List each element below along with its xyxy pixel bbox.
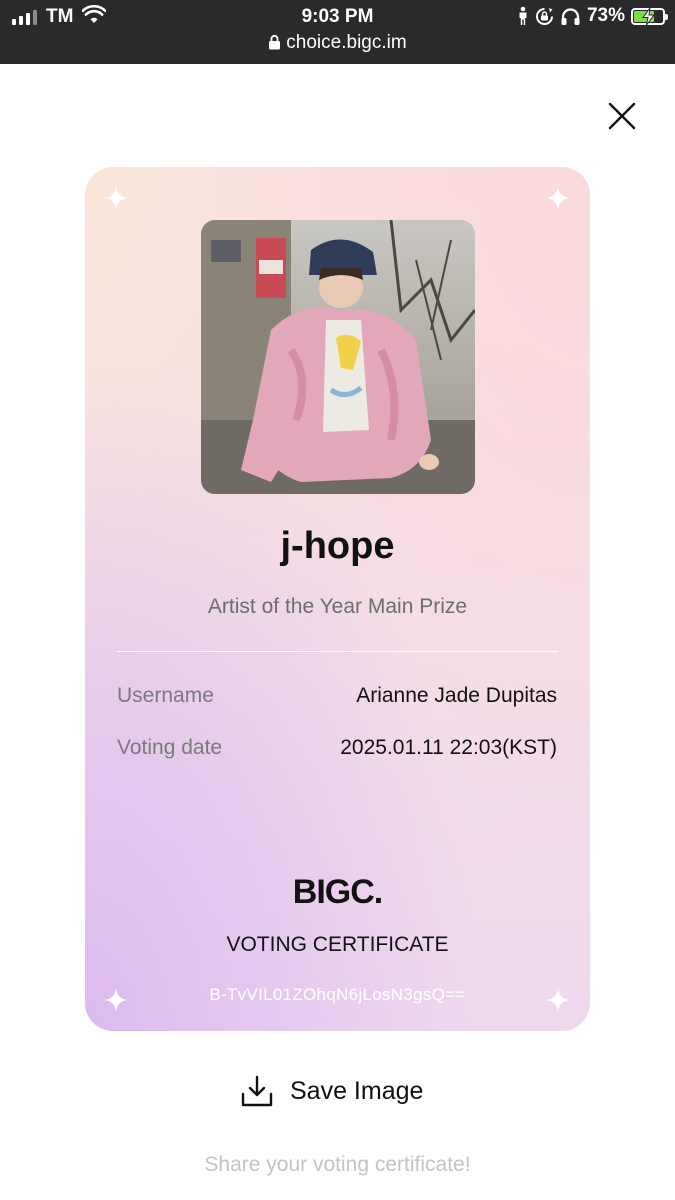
save-image-label: Save Image — [290, 1076, 424, 1105]
battery-icon — [631, 7, 668, 25]
certificate-title: VOTING CERTIFICATE — [226, 933, 449, 956]
download-icon — [241, 1075, 273, 1107]
status-bar: TM 9:03 PM choice.bigc.im 73% — [0, 0, 675, 64]
username-value: Arianne Jade Dupitas — [356, 684, 557, 707]
save-image-button[interactable]: Save Image — [240, 1068, 423, 1114]
voting-date-label: Voting date — [117, 736, 223, 759]
url-bar[interactable]: choice.bigc.im — [0, 32, 675, 54]
award-category: Artist of the Year Main Prize — [207, 595, 468, 618]
person-icon — [519, 6, 527, 25]
sparkle-icon — [104, 186, 128, 210]
headphones-icon — [561, 7, 580, 25]
close-icon — [608, 102, 636, 130]
charging-bolt-icon — [642, 7, 655, 25]
url-text: choice.bigc.im — [286, 32, 407, 53]
voting-date-value: 2025.01.11 22:03(KST) — [340, 736, 557, 759]
status-right: 73% — [517, 5, 668, 27]
voting-certificate-card: j-hope Artist of the Year Main Prize Use… — [85, 167, 590, 1031]
rotation-lock-icon — [536, 7, 553, 25]
certificate-code: B-TvVIL01ZOhqN6jLosN3gsQ== — [209, 985, 466, 1004]
share-prompt: Share your voting certificate! — [204, 1153, 471, 1176]
divider — [117, 651, 558, 652]
lock-icon — [269, 34, 281, 50]
close-button[interactable] — [604, 98, 640, 134]
bigc-logo: BIGC. — [292, 873, 383, 911]
sparkle-icon — [546, 186, 570, 210]
battery-percent: 73% — [586, 5, 625, 26]
artist-name: j-hope — [280, 525, 395, 567]
username-label: Username — [117, 684, 214, 707]
artist-photo — [201, 220, 475, 494]
